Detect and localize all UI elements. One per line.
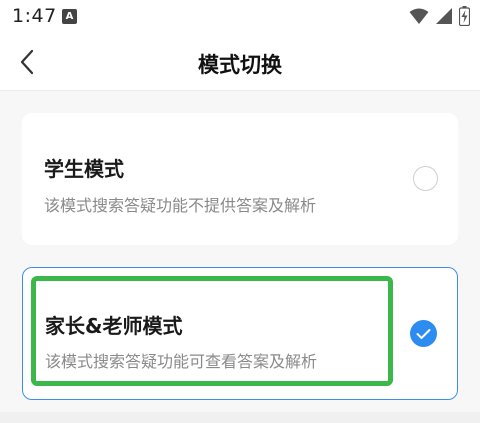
radio-selected-check-icon[interactable]	[410, 320, 437, 347]
checkmark-icon	[416, 328, 431, 339]
status-bar: 1:47 A	[0, 0, 480, 34]
radio-unselected-icon[interactable]	[413, 166, 438, 191]
battery-charging-icon	[459, 6, 470, 26]
status-icons	[409, 6, 470, 26]
mode-title: 家长&老师模式	[45, 314, 183, 338]
bottom-strip	[0, 412, 480, 423]
cellular-signal-icon	[436, 8, 452, 24]
page-title: 模式切换	[198, 53, 282, 77]
notification-app-icon: A	[62, 9, 77, 24]
mode-description: 该模式搜索答疑功能可查看答案及解析	[45, 352, 318, 371]
mode-option-parent-teacher[interactable]: 家长&老师模式 该模式搜索答疑功能可查看答案及解析	[22, 267, 458, 400]
mode-title: 学生模式	[44, 157, 124, 181]
status-time: 1:47	[12, 5, 57, 27]
header-bar: 模式切换	[0, 34, 480, 91]
wifi-icon	[409, 8, 429, 24]
mode-description: 该模式搜索答疑功能不提供答案及解析	[44, 196, 317, 215]
mode-option-student[interactable]: 学生模式 该模式搜索答疑功能不提供答案及解析	[22, 113, 458, 245]
